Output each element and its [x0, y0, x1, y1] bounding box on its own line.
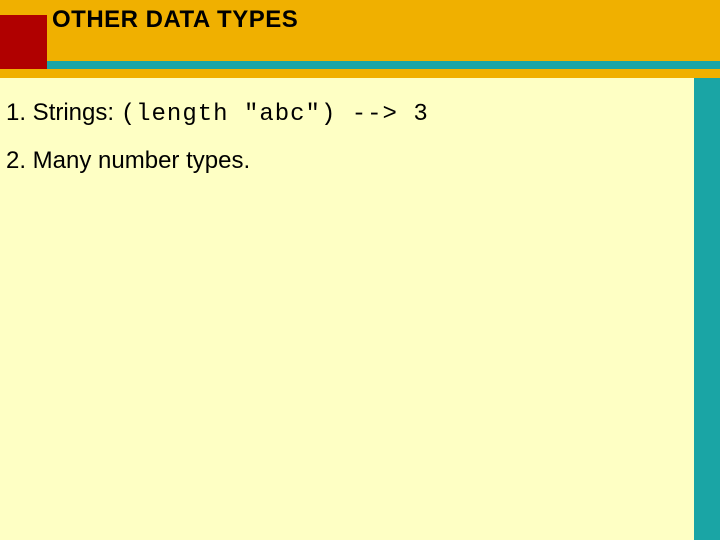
bullet-line-2: 2. Many number types. [6, 144, 684, 178]
line1-prefix: 1. Strings: [6, 99, 121, 126]
slide-title: OTHER DATA TYPES [52, 6, 298, 34]
line1-code: (length "abc") --> 3 [121, 101, 429, 128]
bullet-line-1: 1. Strings: (length "abc") --> 3 [6, 96, 684, 132]
slide-header: OTHER DATA TYPES [0, 0, 720, 78]
teal-right-sidebar [694, 78, 720, 540]
line2-text: 2. Many number types. [6, 147, 250, 174]
slide-body: 1. Strings: (length "abc") --> 3 2. Many… [0, 78, 694, 540]
teal-header-stripe [0, 61, 720, 69]
red-accent-square [0, 15, 47, 69]
